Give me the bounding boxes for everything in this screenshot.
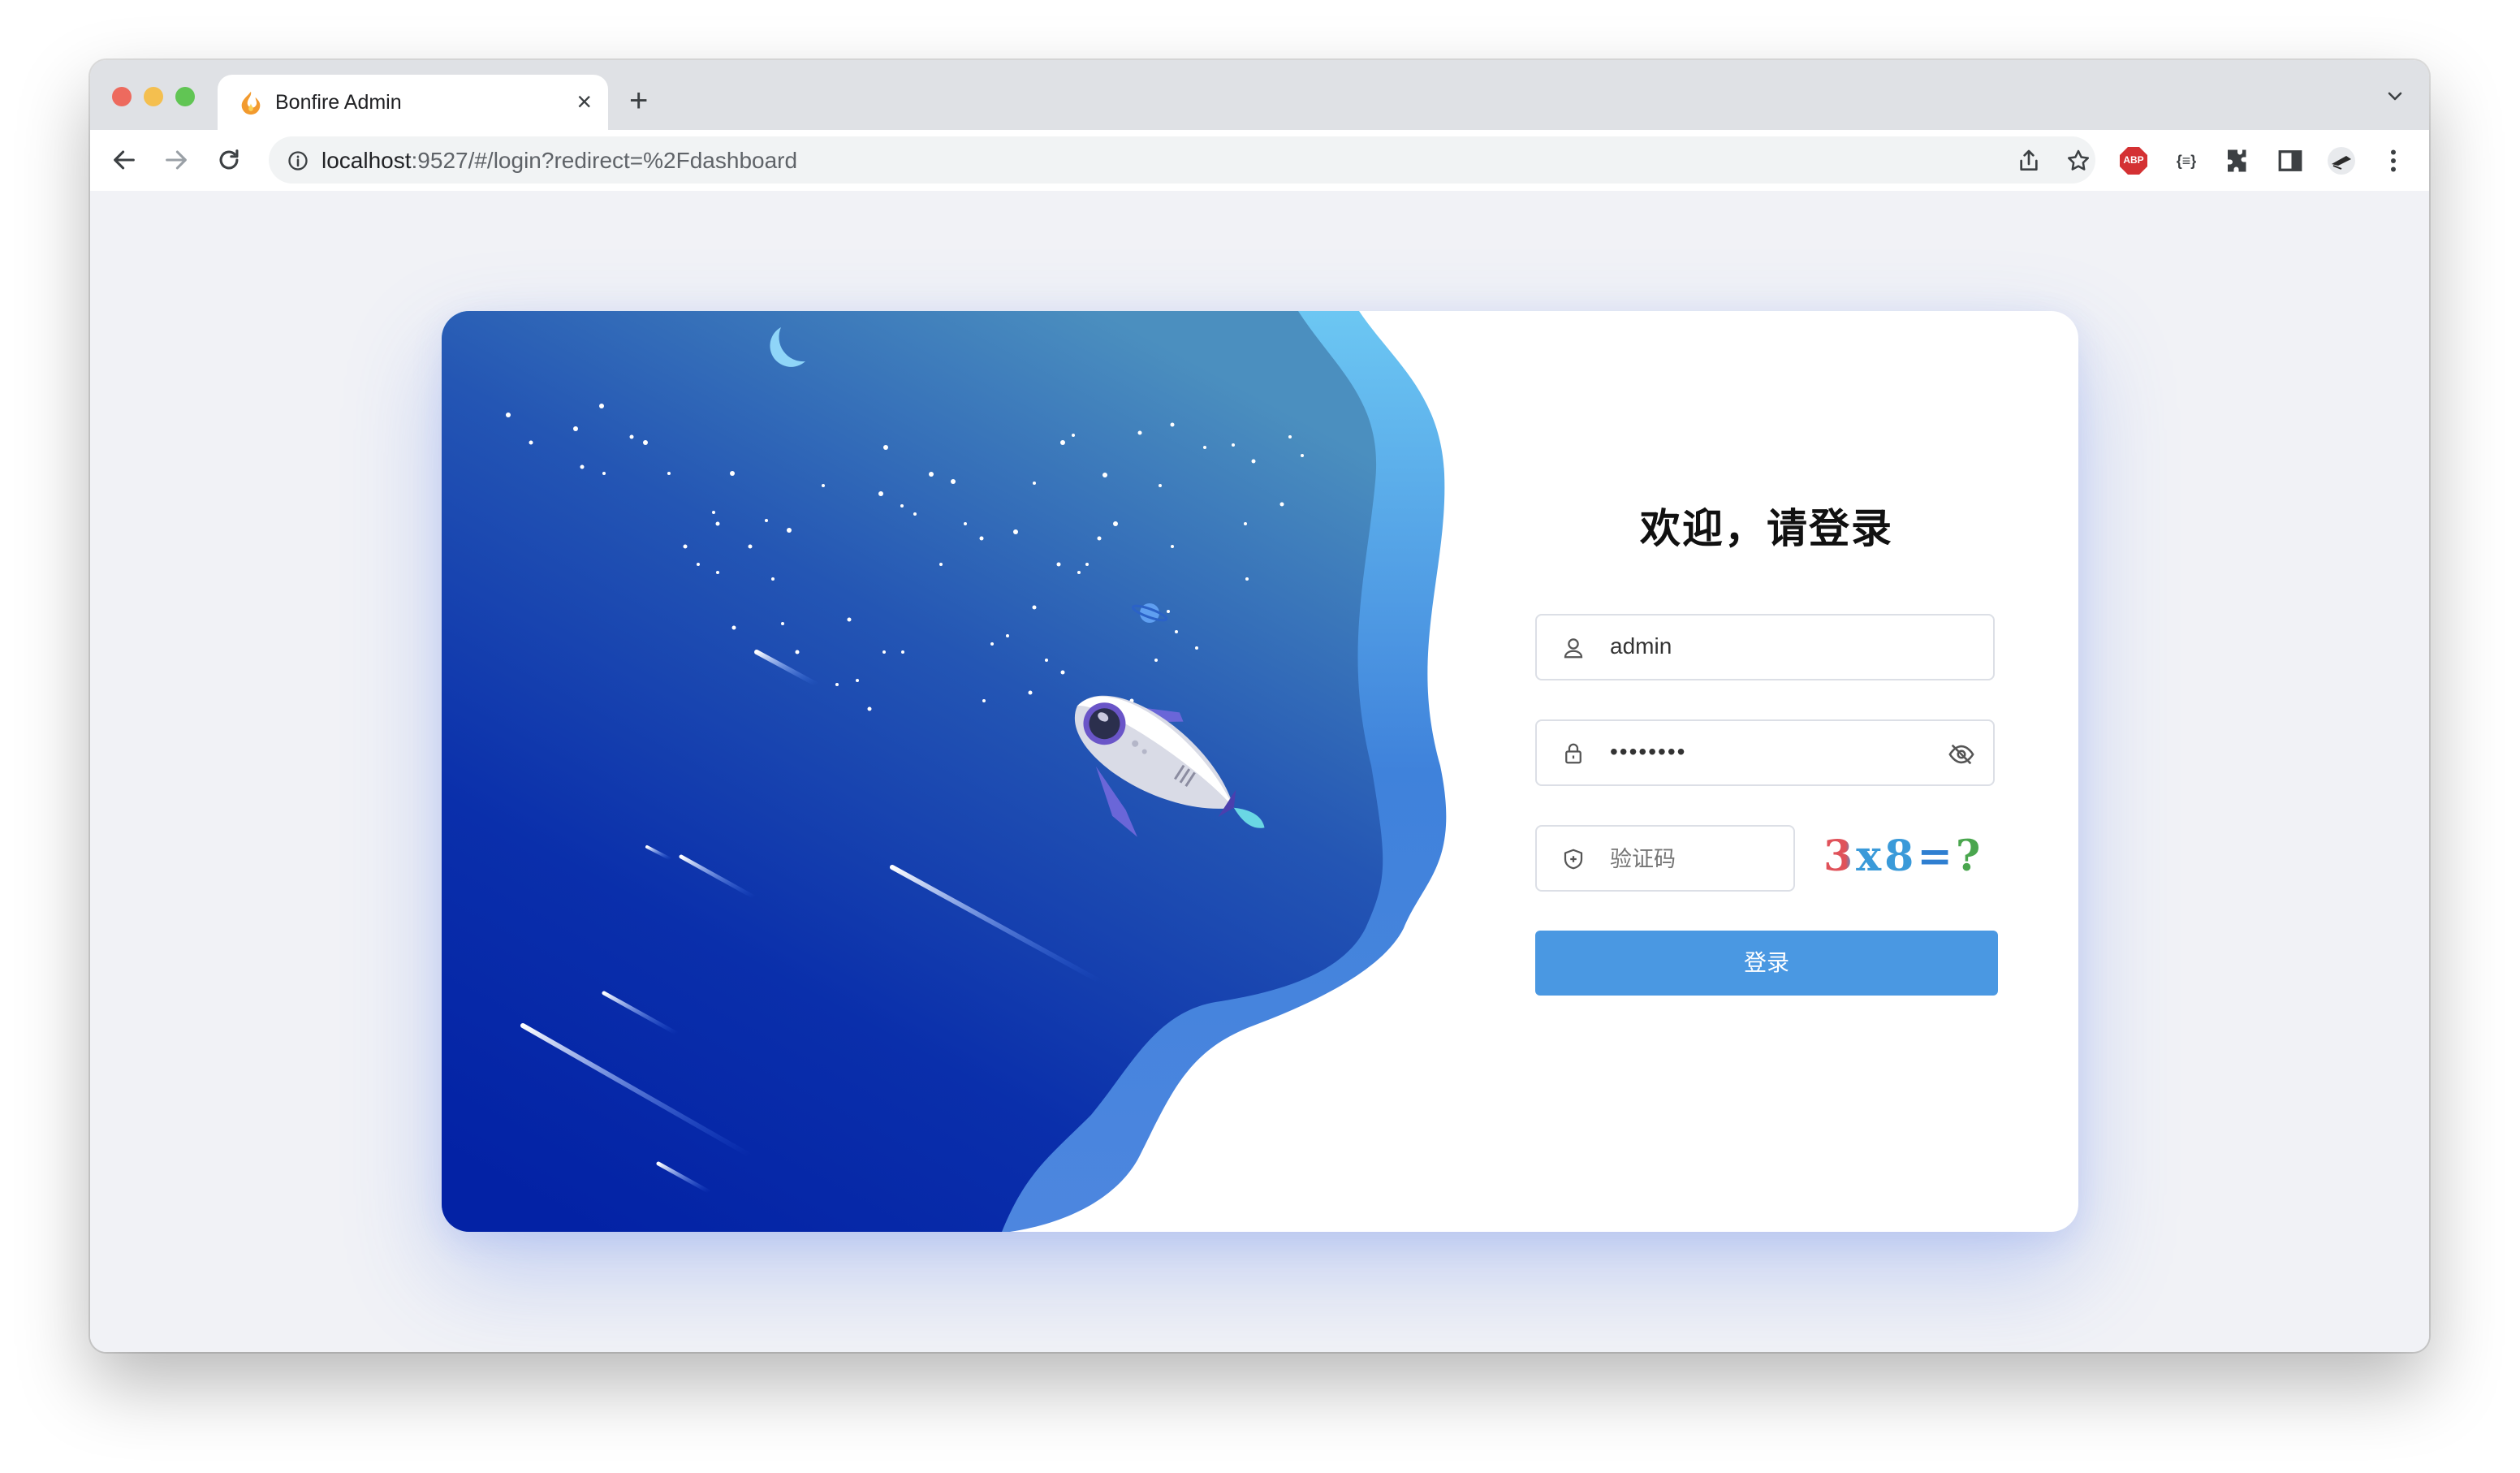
extensions-puzzle-icon[interactable]: [2223, 146, 2252, 175]
new-tab-button[interactable]: +: [629, 84, 648, 117]
tab-close-icon[interactable]: ×: [576, 87, 592, 116]
tab-title: Bonfire Admin: [275, 91, 402, 114]
json-viewer-icon[interactable]: {≡}: [2170, 146, 2203, 175]
space-illustration: [442, 311, 1447, 1232]
flame-icon: [241, 91, 261, 115]
share-icon[interactable]: [2016, 148, 2042, 174]
username-field[interactable]: admin: [1535, 614, 1995, 680]
lock-icon: [1565, 743, 1581, 764]
eye-off-icon[interactable]: [1948, 741, 1975, 768]
captcha-input[interactable]: [1608, 841, 1782, 877]
minimize-window-button[interactable]: [144, 87, 163, 106]
profile-icon[interactable]: [2327, 146, 2356, 175]
password-field[interactable]: ••••••••: [1535, 719, 1995, 786]
menu-kebab-icon[interactable]: [2379, 146, 2408, 175]
login-form: 欢迎，请登录 admin •••••••• 验证码 3x8=? 登录: [1535, 311, 1998, 1232]
adblock-label: ABP: [2123, 154, 2144, 166]
browser-window: Bonfire Admin × + localhost:9527/#/login…: [90, 60, 2429, 1352]
bookmark-star-icon[interactable]: [2065, 148, 2091, 174]
adblock-plus-icon[interactable]: ABP: [2119, 146, 2148, 175]
page-content: 欢迎，请登录 admin •••••••• 验证码 3x8=? 登录: [90, 191, 2429, 1352]
login-button[interactable]: 登录: [1535, 931, 1998, 996]
login-title: 欢迎，请登录: [1640, 505, 1893, 552]
site-info-icon[interactable]: [287, 149, 309, 172]
side-panel-icon[interactable]: [2276, 146, 2305, 175]
address-bar[interactable]: localhost:9527/#/login?redirect=%2Fdashb…: [269, 136, 2095, 184]
username-value: admin: [1610, 633, 1672, 659]
reload-icon[interactable]: [215, 146, 243, 174]
browser-toolbar: localhost:9527/#/login?redirect=%2Fdashb…: [90, 130, 2429, 192]
login-card: 欢迎，请登录 admin •••••••• 验证码 3x8=? 登录: [442, 311, 2078, 1232]
tab-bonfire-admin[interactable]: Bonfire Admin ×: [218, 75, 608, 130]
url-host: localhost: [321, 148, 412, 173]
tab-strip: Bonfire Admin × +: [90, 60, 2429, 130]
url-path: :9527/#/login?redirect=%2Fdashboard: [411, 148, 798, 173]
user-icon: [1564, 638, 1583, 659]
forward-arrow-icon[interactable]: [162, 146, 190, 174]
captcha-text: 3x8=?: [1823, 832, 1984, 881]
captcha-image[interactable]: 3x8=?: [1823, 832, 1998, 883]
sky-shape: [442, 311, 1383, 1232]
tab-search-chevron-icon[interactable]: [2385, 86, 2405, 106]
password-value: ••••••••: [1610, 739, 1687, 764]
url-text[interactable]: localhost:9527/#/login?redirect=%2Fdashb…: [321, 148, 797, 174]
shield-icon: [1564, 849, 1583, 870]
back-arrow-icon[interactable]: [110, 146, 138, 174]
maximize-window-button[interactable]: [175, 87, 195, 106]
close-window-button[interactable]: [112, 87, 132, 106]
captcha-field[interactable]: [1535, 825, 1795, 892]
